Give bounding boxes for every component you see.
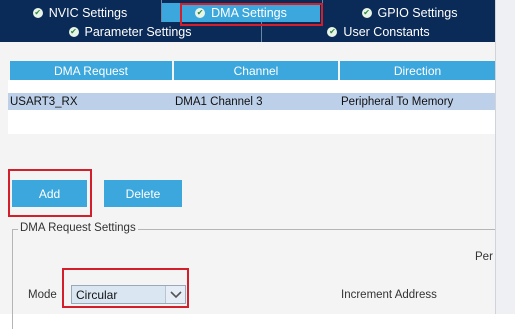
column-header-channel[interactable]: Channel [174, 61, 338, 80]
increment-address-label: Increment Address [341, 289, 437, 301]
delete-button[interactable]: Delete [104, 180, 182, 207]
scrollbar[interactable] [495, 0, 515, 314]
highlight-dma-tab [180, 3, 323, 26]
highlight-add-button [8, 169, 92, 217]
check-circle-icon: ✔ [361, 7, 372, 18]
mode-label: Mode [28, 289, 57, 301]
table-cell-request[interactable]: USART3_RX [8, 93, 173, 110]
tab-gpio-settings[interactable]: ✔ GPIO Settings [324, 3, 495, 22]
tab-separator [161, 0, 162, 22]
tab-label: Parameter Settings [84, 24, 192, 39]
tab-label: User Constants [343, 24, 430, 39]
check-circle-icon: ✔ [327, 26, 338, 37]
table-cell-channel[interactable]: DMA1 Channel 3 [173, 93, 339, 110]
table-cell-direction[interactable]: Peripheral To Memory [339, 93, 495, 110]
column-header-direction[interactable]: Direction [340, 61, 495, 80]
per-label: Per [475, 251, 493, 263]
column-header-dma-request[interactable]: DMA Request [10, 61, 172, 80]
check-circle-icon: ✔ [32, 7, 43, 18]
tab-label: NVIC Settings [48, 5, 128, 20]
settings-legend: DMA Request Settings [18, 222, 138, 234]
tab-label: GPIO Settings [377, 5, 458, 20]
highlight-mode-select [62, 268, 189, 308]
check-circle-icon: ✔ [68, 26, 79, 37]
tab-nvic-settings[interactable]: ✔ NVIC Settings [0, 3, 160, 22]
